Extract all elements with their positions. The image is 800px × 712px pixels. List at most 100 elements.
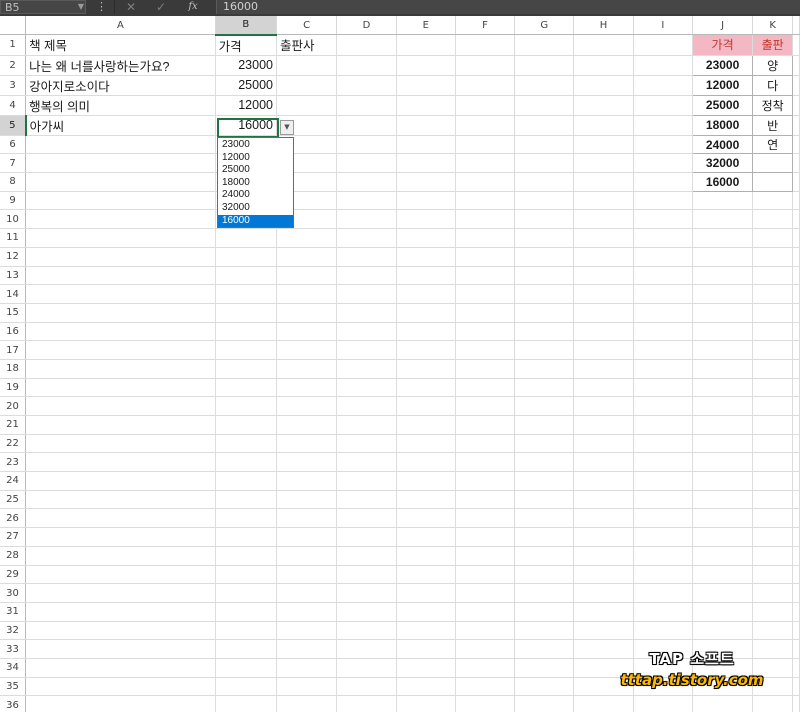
cell-overflow[interactable] (792, 565, 800, 585)
cell-k10[interactable] (752, 209, 793, 230)
cell-overflow[interactable] (792, 322, 800, 342)
cell-d9[interactable] (336, 191, 397, 211)
cell-k2[interactable]: 양 (752, 54, 793, 76)
cell-d6[interactable] (336, 135, 397, 155)
cell-k9[interactable] (752, 191, 793, 211)
cell-i3[interactable] (633, 75, 693, 96)
cell-a24[interactable] (25, 471, 216, 491)
cell-c19[interactable] (276, 378, 338, 398)
cell-f30[interactable] (455, 583, 516, 603)
cell-a18[interactable] (25, 359, 216, 379)
cell-e21[interactable] (396, 415, 456, 435)
cell-j12[interactable] (692, 247, 754, 267)
row-header-23[interactable]: 23 (0, 452, 27, 473)
cell-d24[interactable] (336, 471, 397, 491)
cell-i15[interactable] (633, 303, 693, 323)
dropdown-option[interactable]: 18000 (218, 177, 293, 190)
cell-overflow[interactable] (792, 415, 800, 435)
worksheet-grid[interactable]: ABCDEFGHIJK 1책 제목 가격 출판사 가격 출판 2 나는 왜 너를사랑하는가요… (0, 16, 800, 712)
cell-f21[interactable] (455, 415, 516, 435)
cell-g31[interactable] (514, 602, 575, 622)
cell-i5[interactable] (633, 115, 693, 136)
cell-a20[interactable] (25, 396, 216, 416)
cell-d35[interactable] (336, 677, 397, 697)
cell-i13[interactable] (633, 266, 693, 286)
cell-j22[interactable] (692, 434, 754, 454)
cell-e35[interactable] (396, 677, 456, 697)
cell-e30[interactable] (396, 583, 456, 603)
row-header-31[interactable]: 31 (0, 602, 27, 622)
cell-j25[interactable] (692, 490, 754, 510)
cell-d19[interactable] (336, 378, 397, 398)
cell-h18[interactable] (573, 359, 634, 379)
cell-d34[interactable] (336, 658, 397, 678)
cell-g2[interactable] (514, 55, 575, 76)
cell-d18[interactable] (336, 359, 397, 379)
cell-j29[interactable] (692, 565, 754, 585)
row-header-5[interactable]: 5 (0, 115, 27, 136)
cell-c20[interactable] (276, 396, 338, 416)
cell-d14[interactable] (336, 284, 397, 304)
cell-f10[interactable] (455, 209, 516, 230)
cell-c32[interactable] (276, 621, 338, 641)
cell-j1[interactable]: 가격 (692, 34, 754, 56)
row-header-1[interactable]: 1 (0, 34, 27, 56)
enter-icon[interactable]: ✓ (154, 0, 168, 14)
cell-a10[interactable] (25, 209, 216, 230)
cell-b22[interactable] (215, 434, 277, 454)
cell-e19[interactable] (396, 378, 456, 398)
column-header-a[interactable]: A (25, 16, 216, 36)
cell-a27[interactable] (25, 527, 216, 547)
cell-k29[interactable] (752, 565, 793, 585)
cell-overflow[interactable] (792, 583, 800, 603)
cell-c28[interactable] (276, 546, 338, 566)
cell-a34[interactable] (25, 658, 216, 678)
cell-g19[interactable] (514, 378, 575, 398)
cell-overflow[interactable] (792, 602, 800, 622)
cell-overflow[interactable] (792, 55, 800, 76)
cell-g4[interactable] (514, 95, 575, 116)
cell-g34[interactable] (514, 658, 575, 678)
cell-b14[interactable] (215, 284, 277, 304)
row-header-9[interactable]: 9 (0, 191, 27, 211)
cell-h16[interactable] (573, 322, 634, 342)
cell-c21[interactable] (276, 415, 338, 435)
cell-f5[interactable] (455, 115, 516, 136)
cell-d12[interactable] (336, 247, 397, 267)
cell-g9[interactable] (514, 191, 575, 211)
cell-a28[interactable] (25, 546, 216, 566)
cell-k31[interactable] (752, 602, 793, 622)
cell-e18[interactable] (396, 359, 456, 379)
cell-h36[interactable] (573, 695, 634, 712)
cell-e3[interactable] (396, 75, 456, 96)
cell-j7[interactable]: 32000 (691, 153, 754, 174)
cell-f31[interactable] (455, 602, 516, 622)
cell-d2[interactable] (336, 55, 397, 76)
cell-k20[interactable] (752, 396, 793, 416)
cell-c35[interactable] (276, 677, 338, 697)
cell-f18[interactable] (455, 359, 516, 379)
cell-b35[interactable] (215, 677, 277, 697)
cell-b29[interactable] (215, 565, 277, 585)
cell-e24[interactable] (396, 471, 456, 491)
cell-a6[interactable] (25, 135, 216, 155)
cell-h15[interactable] (573, 303, 634, 323)
cell-k21[interactable] (752, 415, 793, 435)
dropdown-option[interactable]: 12000 (218, 152, 293, 165)
cell-k25[interactable] (752, 490, 793, 510)
cell-e31[interactable] (396, 602, 456, 622)
cell-e26[interactable] (396, 508, 456, 529)
cell-g18[interactable] (514, 359, 575, 379)
row-header-6[interactable]: 6 (0, 135, 27, 155)
cell-g27[interactable] (514, 527, 575, 547)
cell-a31[interactable] (25, 602, 216, 622)
cell-b18[interactable] (215, 359, 277, 379)
cell-i31[interactable] (633, 602, 693, 622)
cell-b26[interactable] (215, 508, 277, 529)
cell-j28[interactable] (692, 546, 754, 566)
cell-g3[interactable] (514, 75, 575, 96)
cell-i17[interactable] (633, 340, 693, 360)
cell-e2[interactable] (396, 55, 456, 76)
cell-f24[interactable] (455, 471, 516, 491)
cell-f32[interactable] (455, 621, 516, 641)
